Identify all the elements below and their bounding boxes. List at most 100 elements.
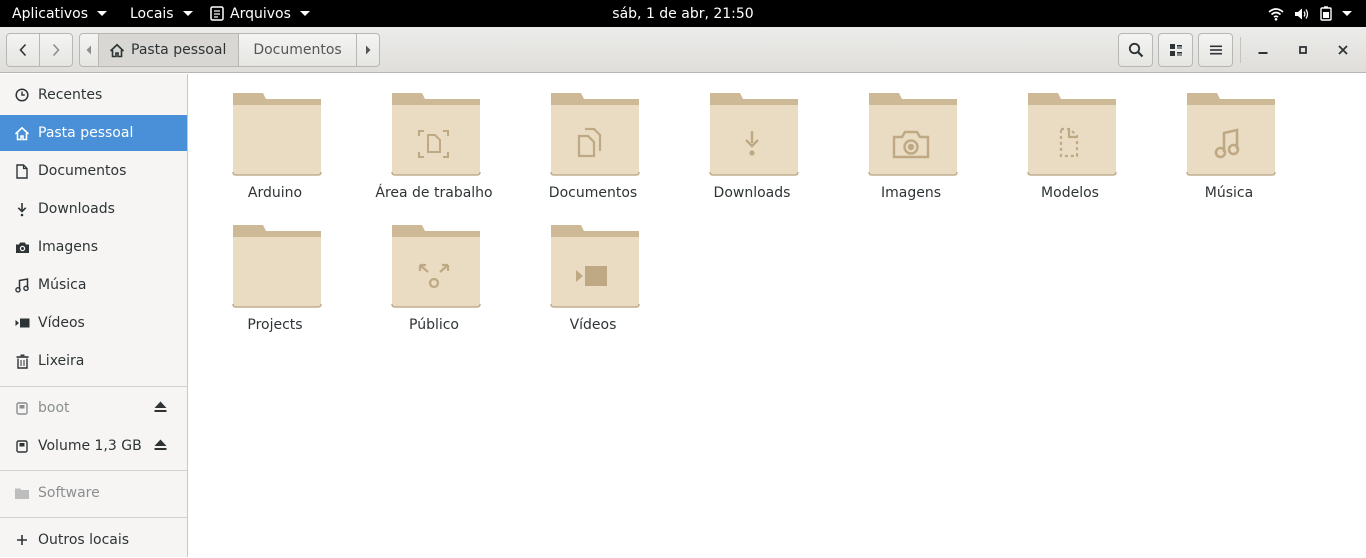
places-menu-label: Locais	[130, 5, 174, 22]
camera-icon	[14, 239, 30, 255]
sidebar-item-recent[interactable]: Recentes	[0, 77, 187, 113]
sidebar-item-documents[interactable]: Documentos	[0, 153, 187, 189]
folder-icon	[868, 93, 958, 176]
triangle-left-icon	[86, 45, 91, 55]
sidebar-item-label: Outros locais	[38, 532, 130, 548]
sidebar-separator	[0, 517, 187, 518]
sidebar-item-label: Música	[38, 277, 87, 293]
folder-label: Música	[1204, 185, 1254, 201]
hamburger-menu-icon	[1209, 45, 1222, 55]
applications-menu[interactable]: Aplicativos	[12, 0, 108, 27]
chevron-down-icon	[182, 11, 193, 16]
menu-button[interactable]	[1198, 33, 1233, 67]
sidebar-item-music[interactable]: Música	[0, 267, 187, 303]
chevron-left-icon	[19, 43, 27, 57]
folder-item[interactable]: Público	[359, 223, 509, 333]
download-icon	[14, 201, 30, 217]
music-icon	[14, 277, 30, 293]
folder-item[interactable]: Vídeos	[518, 223, 668, 333]
folder-item[interactable]: Música	[1154, 91, 1304, 201]
home-icon	[109, 43, 125, 57]
folder-icon	[391, 225, 481, 308]
close-button[interactable]	[1326, 33, 1360, 67]
maximize-button[interactable]	[1286, 33, 1320, 67]
view-toggle-button[interactable]	[1158, 33, 1193, 67]
video-icon	[14, 315, 30, 331]
eject-icon[interactable]	[154, 439, 167, 451]
folder-icon	[391, 93, 481, 176]
folder-icon	[232, 93, 322, 176]
forward-button[interactable]	[39, 33, 73, 67]
sidebar-item-label: Vídeos	[38, 315, 85, 331]
folder-icon	[232, 225, 322, 308]
folder-icon	[1186, 93, 1276, 176]
header-bar: Pasta pessoal Documentos	[0, 27, 1366, 73]
sidebar-item-label: Software	[38, 485, 100, 501]
path-home-button[interactable]: Pasta pessoal	[99, 34, 240, 66]
files-app-icon	[210, 6, 224, 21]
folder-icon	[550, 93, 640, 176]
folder-label: Público	[409, 317, 459, 333]
search-icon	[1128, 42, 1143, 58]
sidebar-item-volume[interactable]: Volume 1,3 GB	[0, 428, 187, 464]
folder-item[interactable]: Modelos	[995, 91, 1145, 201]
folder-icon	[709, 93, 799, 176]
path-home-label: Pasta pessoal	[131, 42, 227, 58]
sidebar-item-software[interactable]: Software	[0, 475, 187, 511]
plus-icon	[14, 532, 30, 548]
folder-item[interactable]: Arduino	[200, 91, 350, 201]
search-button[interactable]	[1118, 33, 1153, 67]
minimize-button[interactable]	[1246, 33, 1280, 67]
sidebar-item-label: Imagens	[38, 239, 99, 255]
sidebar-item-label: Recentes	[38, 87, 103, 103]
sidebar: Recentes Pasta pessoal Documentos Downlo…	[0, 74, 188, 557]
sidebar-item-boot[interactable]: boot	[0, 390, 187, 426]
sidebar-item-label: Documentos	[38, 163, 127, 179]
folder-label: Área de trabalho	[375, 185, 493, 201]
document-icon	[14, 163, 30, 179]
folder-icon	[1027, 93, 1117, 176]
sidebar-item-label: boot	[38, 400, 70, 416]
clock-icon	[14, 87, 30, 103]
system-menu-chevron-icon	[1342, 11, 1352, 16]
drive-icon	[14, 438, 30, 454]
sidebar-item-pictures[interactable]: Imagens	[0, 229, 187, 265]
folder-item[interactable]: Documentos	[518, 91, 668, 201]
close-icon	[1338, 45, 1348, 55]
sidebar-item-downloads[interactable]: Downloads	[0, 191, 187, 227]
folder-item[interactable]: Área de trabalho	[359, 91, 509, 201]
path-scroll-right-button[interactable]	[357, 34, 379, 66]
folder-item[interactable]: Downloads	[677, 91, 827, 201]
app-menu-label: Arquivos	[230, 5, 291, 22]
folder-label: Imagens	[880, 185, 941, 201]
path-documents-button[interactable]: Documentos	[239, 34, 357, 66]
path-scroll-left-button[interactable]	[80, 34, 99, 66]
sidebar-item-label: Downloads	[38, 201, 115, 217]
clock[interactable]: sáb, 1 de abr, 21:50	[612, 6, 753, 22]
back-button[interactable]	[6, 33, 40, 67]
battery-icon	[1320, 6, 1332, 21]
applications-menu-label: Aplicativos	[12, 5, 89, 22]
system-tray[interactable]	[1268, 0, 1352, 27]
top-bar: Aplicativos Locais Arquivos sáb, 1 de ab…	[0, 0, 1366, 27]
folder-label: Projects	[247, 317, 303, 333]
sidebar-item-videos[interactable]: Vídeos	[0, 305, 187, 341]
file-view[interactable]: Arduino Área de trabalho Documentos Downloa…	[189, 74, 1366, 557]
sidebar-item-other-locations[interactable]: Outros locais	[0, 522, 187, 558]
path-bar: Pasta pessoal Documentos	[79, 33, 380, 67]
drive-icon	[14, 400, 30, 416]
folder-item[interactable]: Projects	[200, 223, 350, 333]
list-view-icon	[1169, 44, 1182, 56]
app-menu[interactable]: Arquivos	[210, 0, 310, 27]
folder-label: Documentos	[548, 185, 638, 201]
eject-icon[interactable]	[154, 401, 167, 413]
minimize-icon	[1258, 52, 1268, 54]
folder-item[interactable]: Imagens	[836, 91, 986, 201]
sidebar-item-home[interactable]: Pasta pessoal	[0, 115, 187, 151]
sidebar-separator	[0, 470, 187, 471]
volume-icon	[1295, 8, 1309, 19]
places-menu[interactable]: Locais	[130, 0, 193, 27]
folder-label: Downloads	[713, 185, 791, 201]
sidebar-item-trash[interactable]: Lixeira	[0, 343, 187, 379]
chevron-down-icon	[97, 11, 108, 16]
